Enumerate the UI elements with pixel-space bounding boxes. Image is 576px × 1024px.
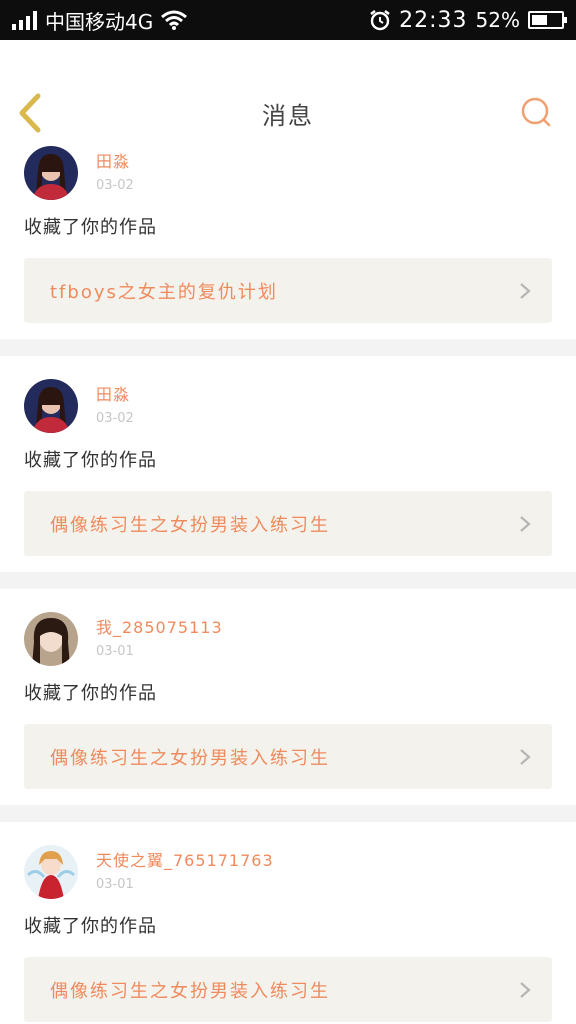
message-text: 收藏了你的作品	[24, 217, 157, 238]
user-name[interactable]: 田淼	[96, 148, 134, 172]
divider	[0, 572, 576, 589]
work-link[interactable]: tfboys之女主的复仇计划	[24, 258, 552, 323]
clock: 22:33	[399, 7, 468, 33]
work-link[interactable]: 偶像练习生之女扮男装入练习生	[24, 724, 552, 789]
status-right: 22:33 52%	[369, 7, 567, 33]
carrier-label: 中国移动4G	[45, 9, 154, 34]
work-title: 偶像练习生之女扮男装入练习生	[50, 980, 330, 1002]
chevron-right-icon	[520, 515, 531, 532]
wifi-icon	[161, 10, 188, 30]
user-name[interactable]: 田淼	[96, 381, 134, 405]
status-left: 中国移动4G	[12, 6, 188, 35]
chevron-right-icon	[520, 748, 531, 765]
work-title: 偶像练习生之女扮男装入练习生	[50, 747, 330, 769]
avatar[interactable]	[24, 146, 78, 200]
status-bar: 中国移动4G 22:33 52%	[0, 0, 576, 40]
divider	[0, 805, 576, 822]
list-item: 田淼 03-02 收藏了你的作品 偶像练习生之女扮男装入练习生	[0, 356, 576, 572]
message-time: 03-02	[96, 178, 134, 193]
search-icon[interactable]	[520, 96, 552, 128]
list-item: 我_285075113 03-01 收藏了你的作品 偶像练习生之女扮男装入练习生	[0, 589, 576, 805]
nav-bar: 消息	[0, 40, 576, 148]
list-item: 田淼 03-02 收藏了你的作品 tfboys之女主的复仇计划	[0, 146, 576, 339]
message-time: 03-01	[96, 877, 134, 892]
user-name[interactable]: 天使之翼_765171763	[96, 847, 274, 871]
chevron-right-icon	[520, 981, 531, 998]
message-text: 收藏了你的作品	[24, 450, 157, 471]
message-text: 收藏了你的作品	[24, 683, 157, 704]
work-link[interactable]: 偶像练习生之女扮男装入练习生	[24, 957, 552, 1022]
list-item: 天使之翼_765171763 03-01 收藏了你的作品 偶像练习生之女扮男装入…	[0, 822, 576, 1022]
battery-fill	[532, 15, 547, 25]
alarm-icon	[370, 10, 390, 31]
user-name[interactable]: 我_285075113	[96, 614, 223, 638]
message-time: 03-02	[96, 411, 134, 426]
avatar[interactable]	[24, 845, 78, 899]
divider	[0, 339, 576, 356]
signal-icon	[12, 10, 37, 30]
work-title: 偶像练习生之女扮男装入练习生	[50, 514, 330, 536]
chevron-right-icon	[520, 282, 531, 299]
avatar[interactable]	[24, 612, 78, 666]
message-time: 03-01	[96, 644, 134, 659]
avatar[interactable]	[24, 379, 78, 433]
message-list: 田淼 03-02 收藏了你的作品 tfboys之女主的复仇计划 田淼 03-02	[0, 146, 576, 1022]
work-title: tfboys之女主的复仇计划	[50, 281, 278, 303]
page-title: 消息	[262, 102, 314, 130]
battery-percent: 52%	[475, 8, 520, 32]
message-text: 收藏了你的作品	[24, 916, 157, 937]
battery-icon	[528, 11, 567, 29]
work-link[interactable]: 偶像练习生之女扮男装入练习生	[24, 491, 552, 556]
